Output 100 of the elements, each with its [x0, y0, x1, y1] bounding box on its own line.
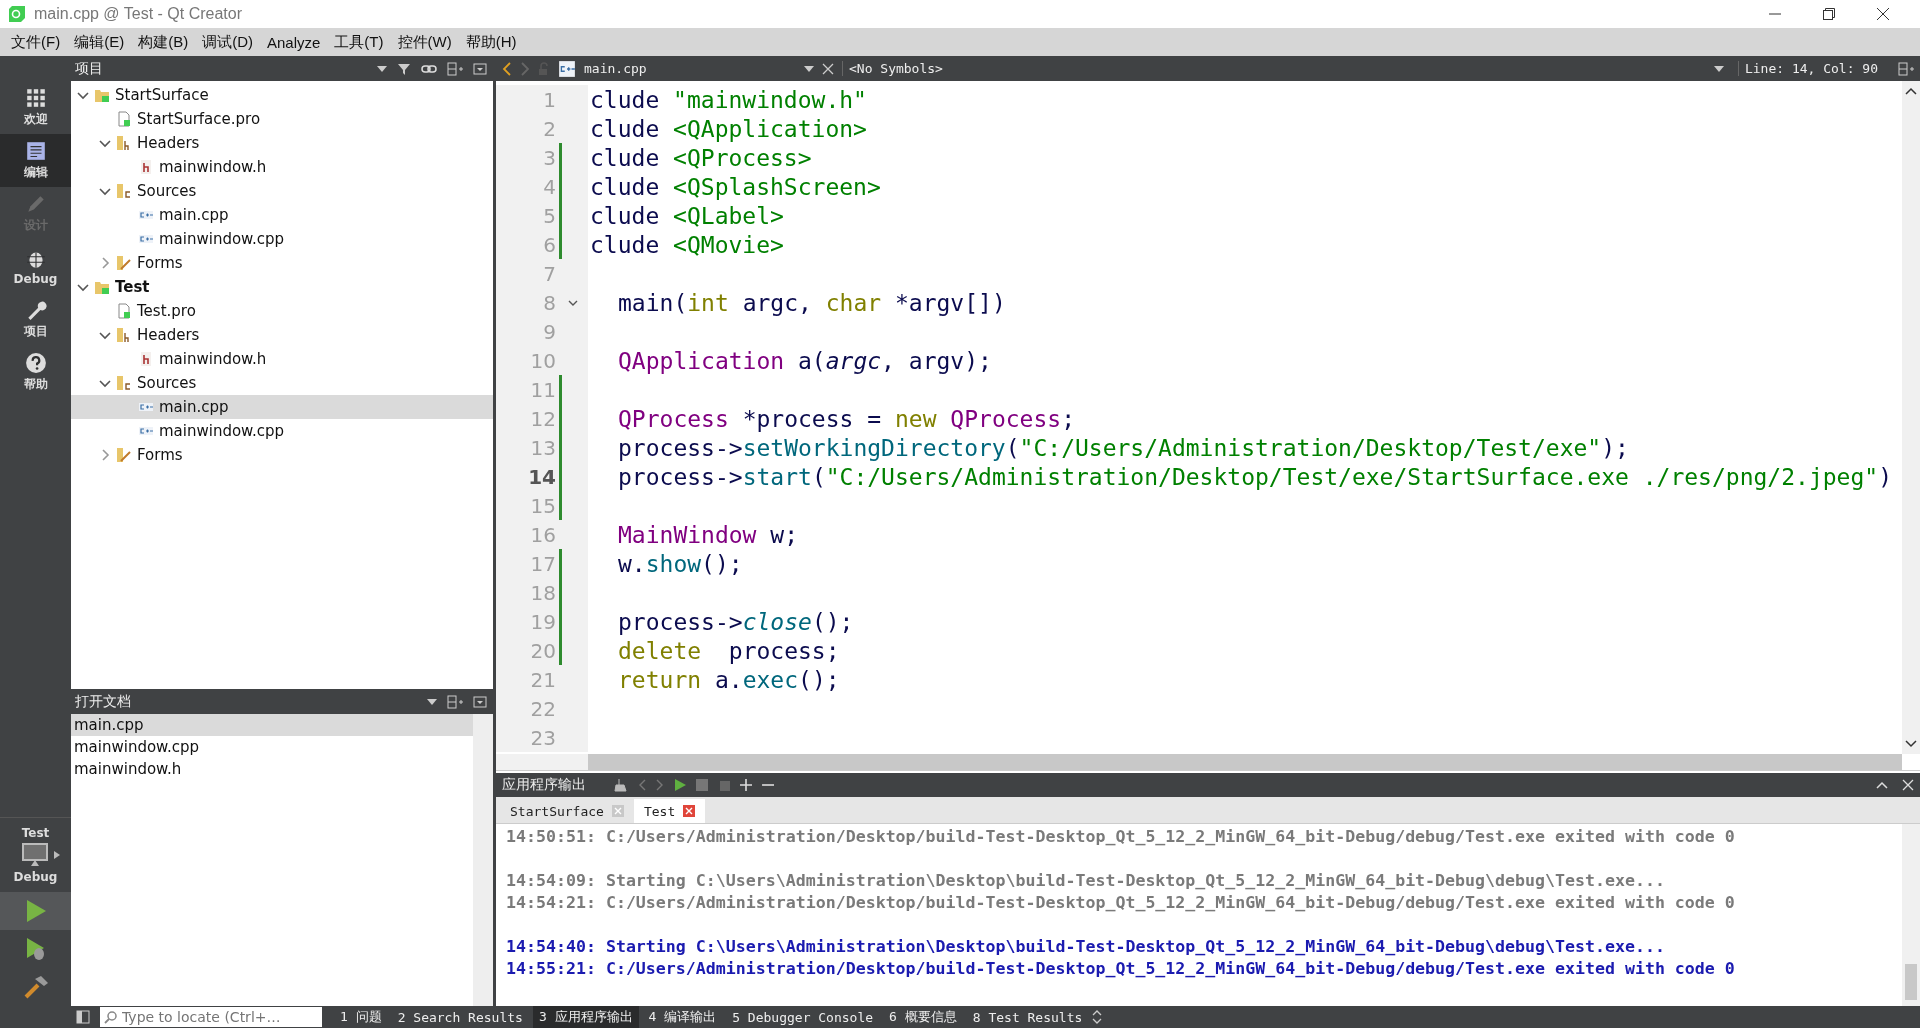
dropdown-arrow-icon[interactable]: [377, 65, 387, 72]
scroll-down-icon[interactable]: [1905, 740, 1917, 748]
tab-close-icon[interactable]: [683, 805, 696, 817]
menu-item[interactable]: 帮助(H): [458, 29, 524, 55]
run-icon[interactable]: [674, 779, 686, 791]
folder-icon: [116, 375, 132, 391]
tree-item[interactable]: Forms: [71, 251, 493, 275]
chevron-right-icon[interactable]: [99, 449, 111, 461]
sidebar-toggle-icon[interactable]: [76, 1010, 90, 1024]
tree-item[interactable]: mainwindow.cpp: [71, 227, 493, 251]
tree-item-label: mainwindow.h: [159, 158, 267, 176]
tree-item[interactable]: main.cpp: [71, 395, 493, 419]
zoom-in-icon[interactable]: [740, 779, 752, 791]
output-pane-button[interactable]: 2 Search Results: [391, 1007, 529, 1027]
up-down-arrows-icon[interactable]: [1092, 1010, 1103, 1024]
search-icon: [104, 1010, 118, 1024]
output-tab[interactable]: Test: [633, 799, 706, 823]
chevron-down-icon[interactable]: [99, 185, 111, 197]
chevron-right-icon[interactable]: [99, 257, 111, 269]
open-document-item[interactable]: mainwindow.cpp: [71, 736, 473, 758]
tree-item-label: mainwindow.cpp: [159, 422, 285, 440]
scroll-up-icon[interactable]: [1905, 87, 1917, 95]
tree-item[interactable]: mainwindow.h: [71, 347, 493, 371]
source-file-icon: [558, 59, 576, 78]
tree-item[interactable]: mainwindow.cpp: [71, 419, 493, 443]
code-line: QProcess *process = new QProcess;: [617, 405, 1075, 432]
dropdown-arrow-icon[interactable]: [427, 698, 437, 705]
output-line: 14:50:51: C:/Users/Administration/Desktop/build-Test-Desktop_Qt_5_12_2_MinGW_64_bit-Debug/debug/Test.exe exited with code 0: [506, 826, 1736, 848]
tree-item-label: mainwindow.h: [159, 350, 267, 368]
header-file-icon: [138, 159, 154, 175]
output-tab[interactable]: StartSurface: [500, 799, 634, 823]
file-dropdown[interactable]: main.cpp: [584, 61, 814, 76]
mode-label: Debug: [13, 271, 58, 286]
close-icon[interactable]: [1876, 7, 1890, 21]
split-icon[interactable]: [1898, 61, 1914, 76]
menu-item[interactable]: 编辑(E): [67, 29, 132, 55]
run-button[interactable]: [0, 892, 71, 930]
chevron-down-icon[interactable]: [99, 137, 111, 149]
tree-item[interactable]: Sources: [71, 371, 493, 395]
tree-item[interactable]: mainwindow.h: [71, 155, 493, 179]
tree-item[interactable]: Headers: [71, 131, 493, 155]
play-bug-icon: [24, 937, 47, 961]
chevron-down-icon[interactable]: [99, 377, 111, 389]
pane-title: 应用程序输出: [502, 776, 586, 794]
clear-icon[interactable]: [614, 778, 628, 792]
line-number: 18: [529, 580, 556, 605]
mode-label: 项目: [23, 323, 48, 340]
split-icon[interactable]: [447, 61, 463, 76]
close-pane-icon[interactable]: [473, 695, 487, 708]
menu-item[interactable]: 构建(B): [131, 29, 196, 55]
mode-button[interactable]: Debug: [0, 240, 71, 293]
tree-item[interactable]: Headers: [71, 323, 493, 347]
tree-item[interactable]: Test.pro: [71, 299, 493, 323]
output-pane-button[interactable]: 3 应用程序输出: [532, 1006, 639, 1028]
mode-button[interactable]: 编辑: [0, 134, 71, 187]
mode-label: 欢迎: [23, 111, 48, 128]
scrollbar[interactable]: [473, 714, 493, 1006]
project-file-icon: [116, 111, 132, 127]
mode-button[interactable]: 帮助: [0, 346, 71, 399]
scrollbar[interactable]: [1902, 81, 1920, 754]
menu-item[interactable]: 文件(F): [4, 29, 68, 55]
line-number: 2: [542, 116, 556, 141]
pane-title: 项目: [75, 59, 103, 78]
output-pane-button[interactable]: 5 Debugger Console: [726, 1007, 880, 1027]
mode-button[interactable]: 欢迎: [0, 81, 71, 134]
output-pane-button[interactable]: 6 概要信息: [883, 1006, 963, 1028]
output-pane-button[interactable]: 1 问题: [334, 1006, 388, 1028]
close-pane-icon[interactable]: [473, 62, 487, 75]
locator-field[interactable]: Type to locate (Ctrl+…: [100, 1007, 322, 1027]
scrollbar[interactable]: [1902, 824, 1920, 1006]
symbols-dropdown[interactable]: <No Symbols>: [842, 61, 1730, 76]
chevron-down-icon[interactable]: [99, 329, 111, 341]
cursor-position[interactable]: Line: 14, Col: 90: [1737, 61, 1890, 76]
chevron-down-icon[interactable]: [77, 281, 89, 293]
tree-item[interactable]: Test: [71, 275, 493, 299]
open-document-item[interactable]: mainwindow.h: [71, 758, 473, 780]
dropdown-arrow-icon: [804, 65, 814, 72]
tree-item[interactable]: main.cpp: [71, 203, 493, 227]
restore-icon[interactable]: [1822, 7, 1836, 21]
dropdown-arrow-icon: [1713, 65, 1724, 72]
output-pane-button[interactable]: 4 编译输出: [642, 1006, 723, 1028]
filter-icon[interactable]: [397, 61, 411, 76]
code-line: clude "mainwindow.h": [589, 86, 867, 113]
output-pane-button[interactable]: 8 Test Results: [966, 1007, 1089, 1027]
tree-item[interactable]: StartSurface.pro: [71, 107, 493, 131]
mode-button[interactable]: 项目: [0, 293, 71, 346]
maximize-icon[interactable]: [1876, 781, 1888, 789]
menu-item[interactable]: 调试(D): [195, 29, 260, 55]
line-number: 5: [542, 203, 556, 228]
chevron-down-icon[interactable]: [77, 89, 89, 101]
tree-item[interactable]: Sources: [71, 179, 493, 203]
kit-project-label: Test: [21, 826, 50, 840]
menu-item[interactable]: Analyze: [260, 30, 328, 54]
open-document-item[interactable]: main.cpp: [71, 714, 473, 736]
menu-item[interactable]: 工具(T): [327, 29, 391, 55]
menu-item[interactable]: 控件(W): [390, 29, 459, 55]
tree-item[interactable]: Forms: [71, 443, 493, 467]
split-icon[interactable]: [447, 694, 463, 709]
tree-item[interactable]: StartSurface: [71, 83, 493, 107]
line-number: 8: [542, 290, 556, 315]
